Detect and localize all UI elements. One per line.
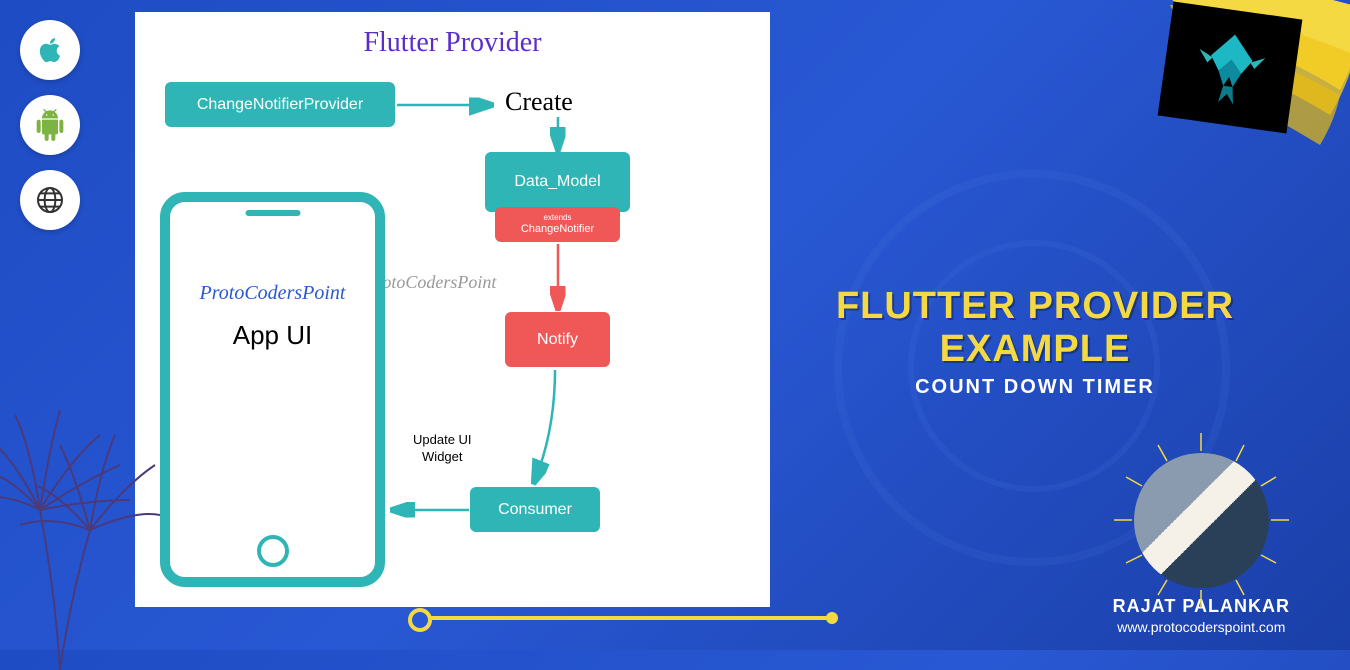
arrow-consumer-to-phone (387, 502, 472, 522)
create-label: Create (505, 87, 573, 117)
changenotifierprovider-box: ChangeNotifierProvider (165, 82, 395, 127)
author-url: www.protocoderspoint.com (1113, 619, 1290, 635)
arrow-notify-to-consumer (520, 370, 570, 490)
main-title: FLUTTER PROVIDER EXAMPLE (775, 285, 1295, 371)
changenotifier-box: extendsChangeNotifier (495, 207, 620, 242)
flutter-provider-diagram: Flutter Provider ChangeNotifierProvider … (135, 12, 770, 607)
phone-mockup: ProtoCodersPoint App UI (160, 192, 385, 587)
platform-icons-column (20, 20, 80, 230)
android-icon (20, 95, 80, 155)
consumer-box: Consumer (470, 487, 600, 532)
datamodel-box: Data_Model (485, 152, 630, 212)
sub-title: COUNT DOWN TIMER (775, 376, 1295, 399)
phone-speaker (245, 210, 300, 216)
updateui-label: Update UIWidget (413, 432, 472, 466)
apple-icon (20, 20, 80, 80)
decorative-bottom-line (420, 616, 830, 620)
arrow-create-to-datamodel (550, 117, 570, 155)
phone-brand-text: ProtoCodersPoint (170, 282, 375, 305)
arrow-cn-to-notify (550, 244, 570, 314)
notify-box: Notify (505, 312, 610, 367)
sunburst-decoration (1114, 433, 1289, 608)
palm-leaf-decoration (0, 390, 160, 670)
diagram-title: Flutter Provider (160, 27, 745, 59)
web-icon (20, 170, 80, 230)
phone-appui-text: App UI (170, 320, 375, 351)
title-section: FLUTTER PROVIDER EXAMPLE COUNT DOWN TIME… (775, 285, 1295, 399)
author-avatar (1134, 453, 1269, 588)
phone-home-button (257, 535, 289, 567)
author-section: RAJAT PALANKAR www.protocoderspoint.com (1113, 453, 1290, 635)
flutter-logo-box (1158, 2, 1303, 134)
arrow-cnp-to-create (397, 97, 497, 117)
